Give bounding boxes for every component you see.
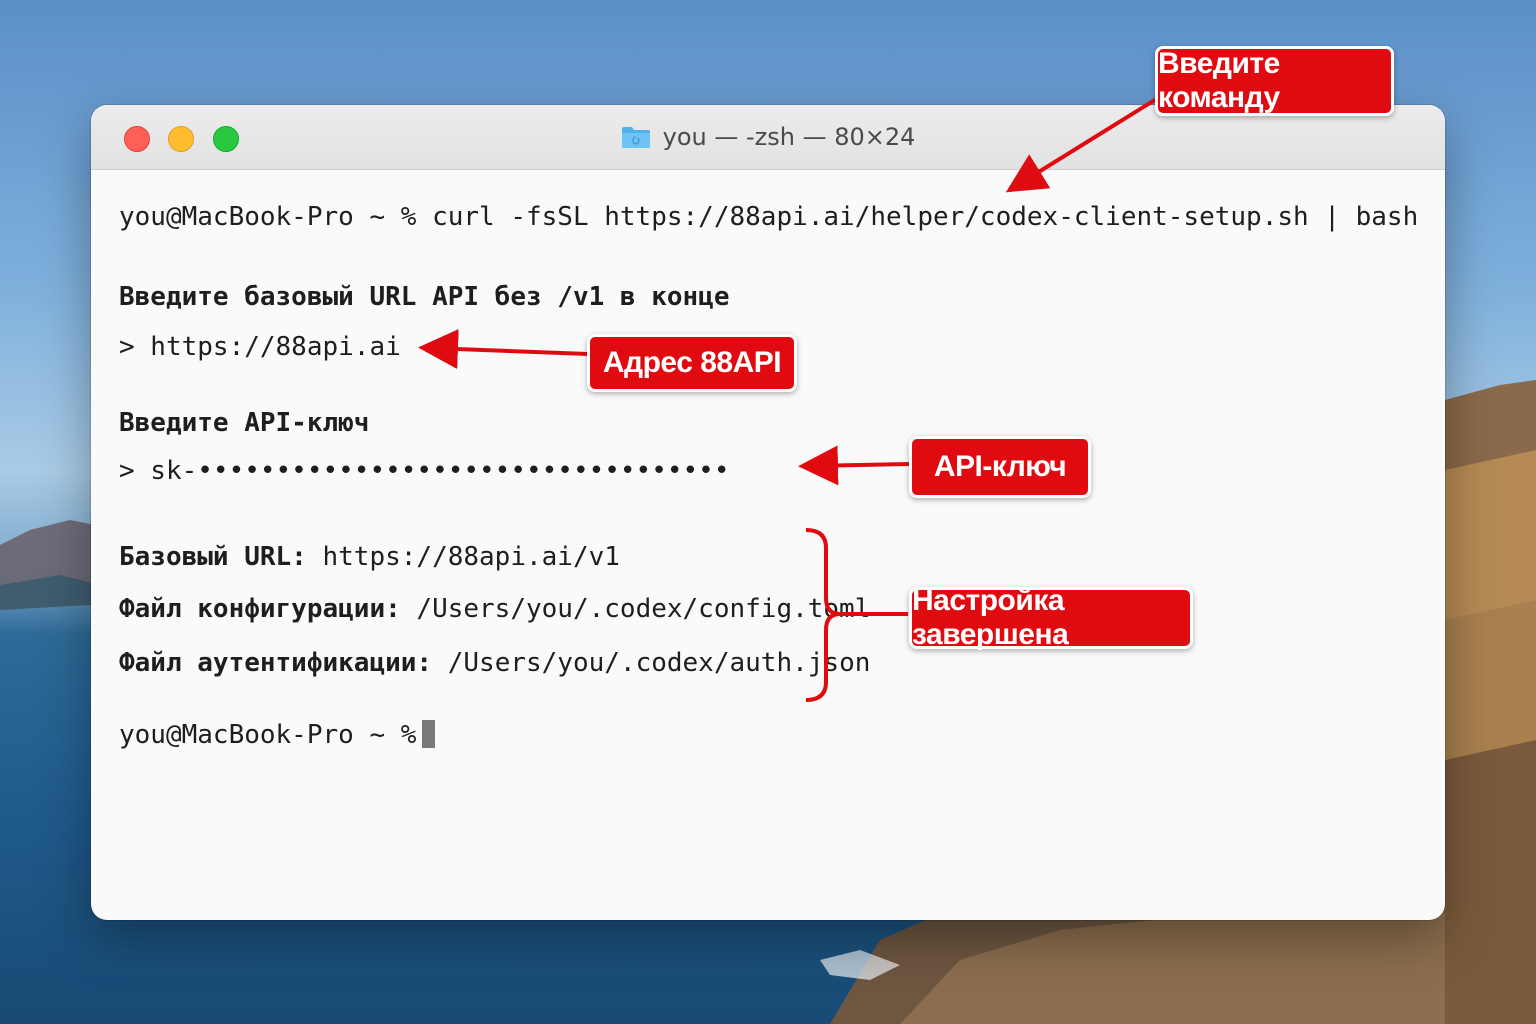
result-config-line: Файл конфигурации: /Users/you/.codex/con… xyxy=(119,592,870,626)
prompt-url-value: > https://88api.ai xyxy=(119,332,401,362)
window-title: you — -zsh — 80×24 xyxy=(662,123,916,151)
result-auth-line: Файл аутентификации: /Users/you/.codex/a… xyxy=(119,646,870,680)
result-base-url-line: Базовый URL: https://88api.ai/v1 xyxy=(119,540,620,574)
callout-command: Введите команду xyxy=(1155,46,1394,116)
result-config-value: /Users/you/.codex/config.toml xyxy=(400,594,871,624)
callout-key: API-ключ xyxy=(909,436,1091,498)
terminal-window[interactable]: you — -zsh — 80×24 you@MacBook-Pro ~ % c… xyxy=(91,105,1445,920)
terminal-content[interactable]: you@MacBook-Pro ~ % curl -fsSL https://8… xyxy=(91,170,1445,920)
callout-done: Настройка завершена xyxy=(909,584,1193,651)
prompt-key-value: > sk-•••••••••••••••••••••••••••••••••• xyxy=(119,456,730,486)
callout-address: Адрес 88API xyxy=(587,334,797,392)
result-base-url-label: Базовый URL: xyxy=(119,542,307,572)
final-prompt: you@MacBook-Pro ~ % xyxy=(119,720,417,750)
final-prompt-line[interactable]: you@MacBook-Pro ~ % xyxy=(119,718,436,752)
prompt-key-label: Введите API-ключ xyxy=(119,408,370,438)
result-auth-label: Файл аутентификации: xyxy=(119,648,433,678)
result-config-label: Файл конфигурации: xyxy=(119,594,401,624)
command-line: you@MacBook-Pro ~ % curl -fsSL https://8… xyxy=(119,202,1419,232)
text-cursor xyxy=(422,720,436,748)
folder-icon xyxy=(621,125,651,149)
prompt-url-label: Введите базовый URL API без /v1 в конце xyxy=(119,282,730,312)
result-base-url-value: https://88api.ai/v1 xyxy=(306,542,620,572)
result-auth-value: /Users/you/.codex/auth.json xyxy=(432,648,871,678)
